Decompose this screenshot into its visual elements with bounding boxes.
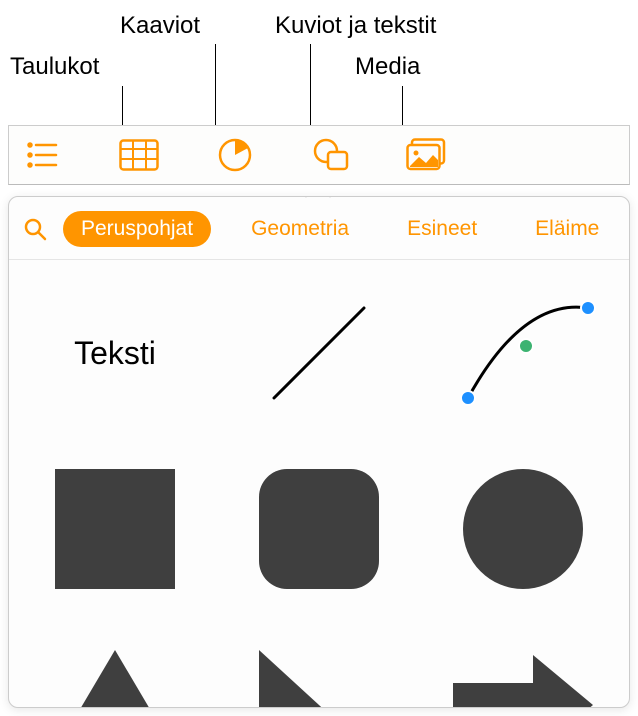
- shape-text-label: Teksti: [74, 335, 156, 372]
- shape-right-triangle[interactable]: [237, 630, 401, 707]
- callout-taulukot: Taulukot: [10, 53, 99, 81]
- category-tabs: Peruspohjat Geometria Esineet Eläime: [63, 211, 617, 247]
- shape-arrow-right[interactable]: [441, 630, 605, 707]
- callout-line: [215, 44, 216, 136]
- shape-square[interactable]: [33, 454, 197, 604]
- shapes-button[interactable]: [307, 131, 355, 179]
- shape-triangle[interactable]: [33, 630, 197, 707]
- tab-elaimet[interactable]: Eläime: [517, 211, 617, 247]
- callout-kuviot: Kuviot ja tekstit: [275, 12, 436, 40]
- tab-peruspohjat[interactable]: Peruspohjat: [63, 211, 211, 247]
- tab-geometria[interactable]: Geometria: [233, 211, 367, 247]
- outline-button[interactable]: [19, 131, 67, 179]
- shape-curve[interactable]: [441, 278, 605, 428]
- tab-esineet[interactable]: Esineet: [389, 211, 495, 247]
- media-button[interactable]: [403, 131, 451, 179]
- tables-button[interactable]: [115, 131, 163, 179]
- shape-text[interactable]: Teksti: [33, 278, 197, 428]
- shape-rounded-square[interactable]: [237, 454, 401, 604]
- callout-media: Media: [355, 53, 420, 81]
- shape-line[interactable]: [237, 278, 401, 428]
- callout-kaaviot: Kaaviot: [120, 12, 200, 40]
- toolbar: [8, 125, 630, 185]
- search-icon[interactable]: [21, 215, 49, 243]
- charts-button[interactable]: [211, 131, 259, 179]
- shapes-grid: Teksti: [9, 260, 629, 707]
- shape-circle[interactable]: [441, 454, 605, 604]
- callout-line: [310, 44, 311, 136]
- shapes-popover: Peruspohjat Geometria Esineet Eläime Tek…: [8, 196, 630, 708]
